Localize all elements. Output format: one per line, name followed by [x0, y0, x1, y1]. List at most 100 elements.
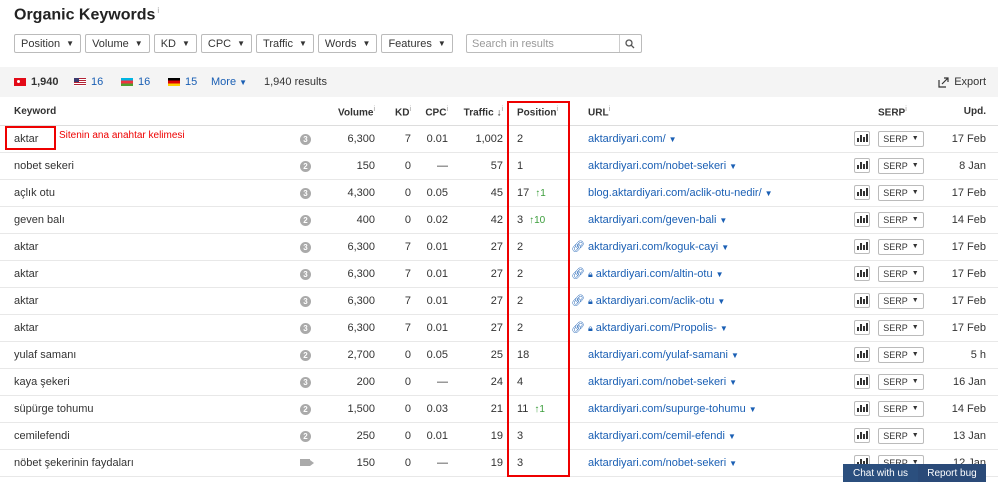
filter-kd[interactable]: KD ▼	[153, 34, 197, 53]
url-link[interactable]: aktardiyari.com/supurge-tohumu	[588, 403, 746, 415]
url-link[interactable]: aktardiyari.com/altin-otu	[596, 268, 713, 280]
url-link[interactable]: aktardiyari.com/nobet-sekeri	[588, 160, 726, 172]
traffic-cell: 45	[448, 179, 503, 207]
caret-down-icon[interactable]: ▼	[729, 378, 737, 387]
caret-down-icon: ▼	[911, 378, 919, 385]
keyword-link[interactable]: cemilefendi	[14, 430, 70, 442]
serp-button[interactable]: SERP ▼	[878, 211, 924, 228]
col-url[interactable]: URLi	[588, 99, 854, 126]
video-icon	[300, 458, 314, 466]
country-us[interactable]: 16	[74, 76, 103, 88]
chart-icon[interactable]	[854, 212, 870, 227]
url-link[interactable]: aktardiyari.com/nobet-sekeri	[588, 376, 726, 388]
chart-icon[interactable]	[854, 428, 870, 443]
serp-button[interactable]: SERP ▼	[878, 157, 924, 174]
updated-cell: 14 Feb	[936, 395, 998, 423]
caret-down-icon[interactable]: ▼	[716, 270, 724, 279]
caret-down-icon: ▼	[911, 189, 919, 196]
chat-button[interactable]: Chat with us	[843, 464, 918, 482]
serp-button[interactable]: SERP ▼	[878, 130, 924, 147]
country-turkey[interactable]: 1,940	[14, 76, 59, 88]
keyword-link[interactable]: süpürge tohumu	[14, 403, 94, 415]
keyword-link[interactable]: aktar	[14, 322, 38, 334]
info-icon: i	[446, 105, 448, 113]
caret-down-icon[interactable]: ▼	[728, 432, 736, 441]
chart-icon[interactable]	[854, 401, 870, 416]
caret-down-icon[interactable]: ▼	[720, 324, 728, 333]
serp-button[interactable]: SERP ▼	[878, 238, 924, 255]
caret-down-icon[interactable]: ▼	[669, 135, 677, 144]
serp-button[interactable]: SERP ▼	[878, 265, 924, 282]
filter-cpc[interactable]: CPC ▼	[200, 34, 253, 53]
url-link[interactable]: aktardiyari.com/	[588, 133, 666, 145]
col-traffic[interactable]: Traffic ↓i	[448, 99, 503, 126]
chart-icon[interactable]	[854, 320, 870, 335]
filter-traffic[interactable]: Traffic ▼	[256, 34, 314, 53]
caret-down-icon[interactable]: ▼	[721, 243, 729, 252]
country-azerbaijan[interactable]: 16	[121, 76, 150, 88]
chart-icon[interactable]	[854, 374, 870, 389]
export-button[interactable]: Export	[938, 76, 986, 88]
keyword-link[interactable]: nöbet şekerinin faydaları	[14, 457, 134, 469]
keyword-link[interactable]: geven balı	[14, 214, 65, 226]
cpc-cell: —	[411, 449, 448, 477]
col-kd[interactable]: KDi	[375, 99, 411, 126]
keyword-link[interactable]: açlık otu	[14, 187, 55, 199]
serp-button[interactable]: SERP ▼	[878, 400, 924, 417]
country-germany[interactable]: 15	[168, 76, 197, 88]
search-button[interactable]	[619, 35, 639, 52]
more-dropdown[interactable]: More ▼	[211, 76, 247, 88]
filter-words[interactable]: Words ▼	[317, 34, 378, 53]
chart-icon[interactable]	[854, 158, 870, 173]
keyword-link[interactable]: aktar	[14, 295, 38, 307]
url-link[interactable]: aktardiyari.com/yulaf-samani	[588, 349, 728, 361]
serp-button[interactable]: SERP ▼	[878, 319, 924, 336]
info-icon: i	[608, 105, 611, 113]
url-link[interactable]: aktardiyari.com/cemil-efendi	[588, 430, 725, 442]
serp-button[interactable]: SERP ▼	[878, 373, 924, 390]
caret-down-icon[interactable]: ▼	[717, 297, 725, 306]
caret-down-icon[interactable]: ▼	[765, 189, 773, 198]
filter-volume[interactable]: Volume ▼	[85, 34, 150, 53]
serp-button[interactable]: SERP ▼	[878, 427, 924, 444]
chart-icon[interactable]	[854, 239, 870, 254]
volume-cell: 6,300	[330, 233, 375, 261]
table-row: aktar 3 6,300 7 0.01 27 2 🔗︎ 🔒︎ aktardiyari.com/a…	[0, 260, 998, 288]
caret-down-icon[interactable]: ▼	[731, 351, 739, 360]
keyword-link[interactable]: nobet sekeri	[14, 160, 74, 172]
url-link[interactable]: aktardiyari.com/geven-bali	[588, 214, 716, 226]
caret-down-icon[interactable]: ▼	[719, 216, 727, 225]
url-link[interactable]: blog.aktardiyari.com/aclik-otu-nedir/	[588, 187, 762, 199]
col-cpc[interactable]: CPCi	[411, 99, 448, 126]
keyword-link[interactable]: yulaf samanı	[14, 349, 76, 361]
search-input[interactable]	[467, 37, 619, 50]
col-volume[interactable]: Volumei	[330, 99, 375, 126]
keyword-link[interactable]: aktar	[14, 268, 38, 280]
caret-down-icon[interactable]: ▼	[729, 162, 737, 171]
report-bug-button[interactable]: Report bug	[918, 464, 986, 482]
col-updated[interactable]: Upd.	[936, 99, 998, 126]
cpc-cell: —	[411, 368, 448, 396]
traffic-cell: 1,002	[448, 125, 503, 153]
col-keyword[interactable]: Keyword	[0, 99, 300, 126]
chart-icon[interactable]	[854, 131, 870, 146]
keyword-link[interactable]: aktar	[14, 241, 38, 253]
col-serp[interactable]: SERPi	[878, 99, 936, 126]
filter-position[interactable]: Position ▼	[14, 34, 82, 53]
chart-icon[interactable]	[854, 293, 870, 308]
url-link[interactable]: aktardiyari.com/koguk-cayi	[588, 241, 718, 253]
keyword-link[interactable]: kaya şekeri	[14, 376, 70, 388]
serp-button[interactable]: SERP ▼	[878, 292, 924, 309]
url-link[interactable]: aktardiyari.com/aclik-otu	[596, 295, 715, 307]
caret-down-icon[interactable]: ▼	[729, 459, 737, 468]
url-link[interactable]: aktardiyari.com/Propolis-	[596, 322, 717, 334]
volume-cell: 200	[330, 368, 375, 396]
serp-button[interactable]: SERP ▼	[878, 346, 924, 363]
chart-icon[interactable]	[854, 185, 870, 200]
filter-features[interactable]: Features ▼	[381, 34, 453, 53]
chart-icon[interactable]	[854, 347, 870, 362]
caret-down-icon[interactable]: ▼	[749, 405, 757, 414]
url-link[interactable]: aktardiyari.com/nobet-sekeri	[588, 457, 726, 469]
chart-icon[interactable]	[854, 266, 870, 281]
serp-button[interactable]: SERP ▼	[878, 184, 924, 201]
